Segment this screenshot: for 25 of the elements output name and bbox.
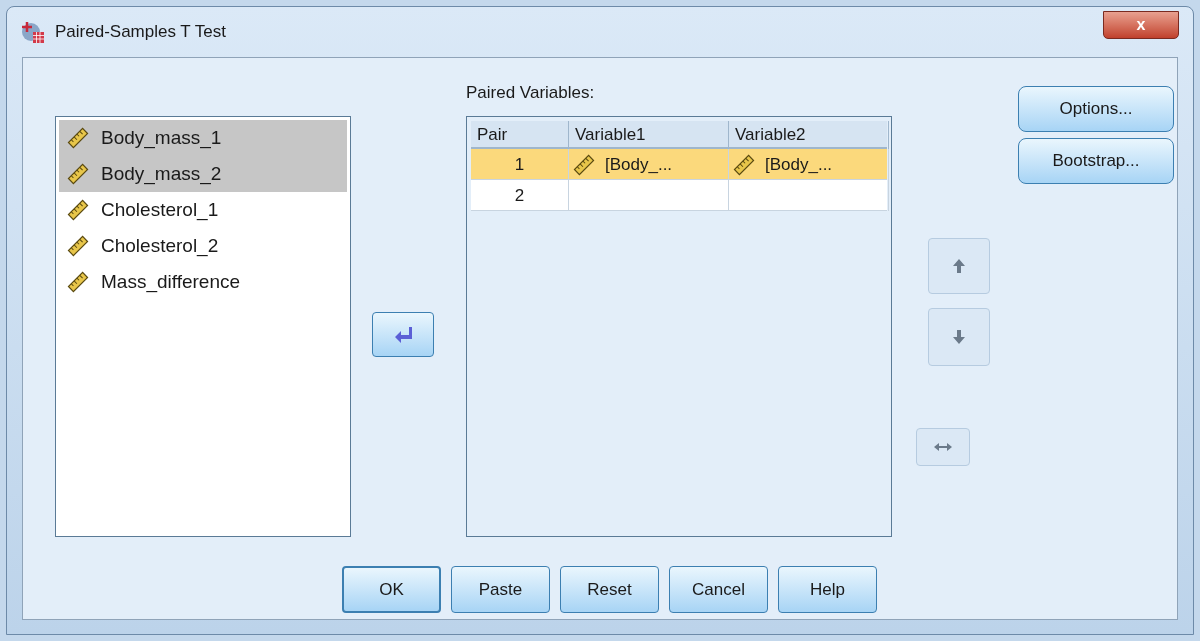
table-cell-text: [Body_... bbox=[765, 153, 833, 176]
dialog-button[interactable]: Help bbox=[778, 566, 877, 613]
swap-arrow-icon bbox=[933, 442, 953, 452]
paired-variables-label: Paired Variables: bbox=[466, 82, 596, 104]
dialog-button[interactable]: Paste bbox=[451, 566, 550, 613]
dialog-button[interactable]: OK bbox=[342, 566, 441, 613]
down-arrow-icon bbox=[952, 329, 966, 345]
table-icon bbox=[21, 20, 45, 44]
side-button[interactable]: Options... bbox=[1018, 86, 1174, 132]
table-cell: 2 bbox=[471, 180, 569, 211]
variable-item[interactable]: Cholesterol_1 bbox=[59, 192, 347, 228]
move-button[interactable] bbox=[372, 312, 434, 357]
variable-item[interactable]: Cholesterol_2 bbox=[59, 228, 347, 264]
dialog-button[interactable]: Reset bbox=[560, 566, 659, 613]
dialog-button[interactable]: Cancel bbox=[669, 566, 768, 613]
variable-item[interactable]: Body_mass_2 bbox=[59, 156, 347, 192]
up-arrow-icon bbox=[952, 258, 966, 274]
pair-row[interactable]: 1 [Body_... [Body_... bbox=[471, 149, 887, 180]
variable-item[interactable]: Body_mass_1 bbox=[59, 120, 347, 156]
variable-item[interactable]: Mass_difference bbox=[59, 264, 347, 300]
arrow-icon bbox=[393, 325, 413, 344]
pair-row[interactable]: 2 bbox=[471, 180, 887, 211]
window-title: Paired-Samples T Test bbox=[55, 21, 227, 44]
side-button[interactable]: Bootstrap... bbox=[1018, 138, 1174, 184]
table-cell-text: [Body_... bbox=[605, 153, 673, 176]
